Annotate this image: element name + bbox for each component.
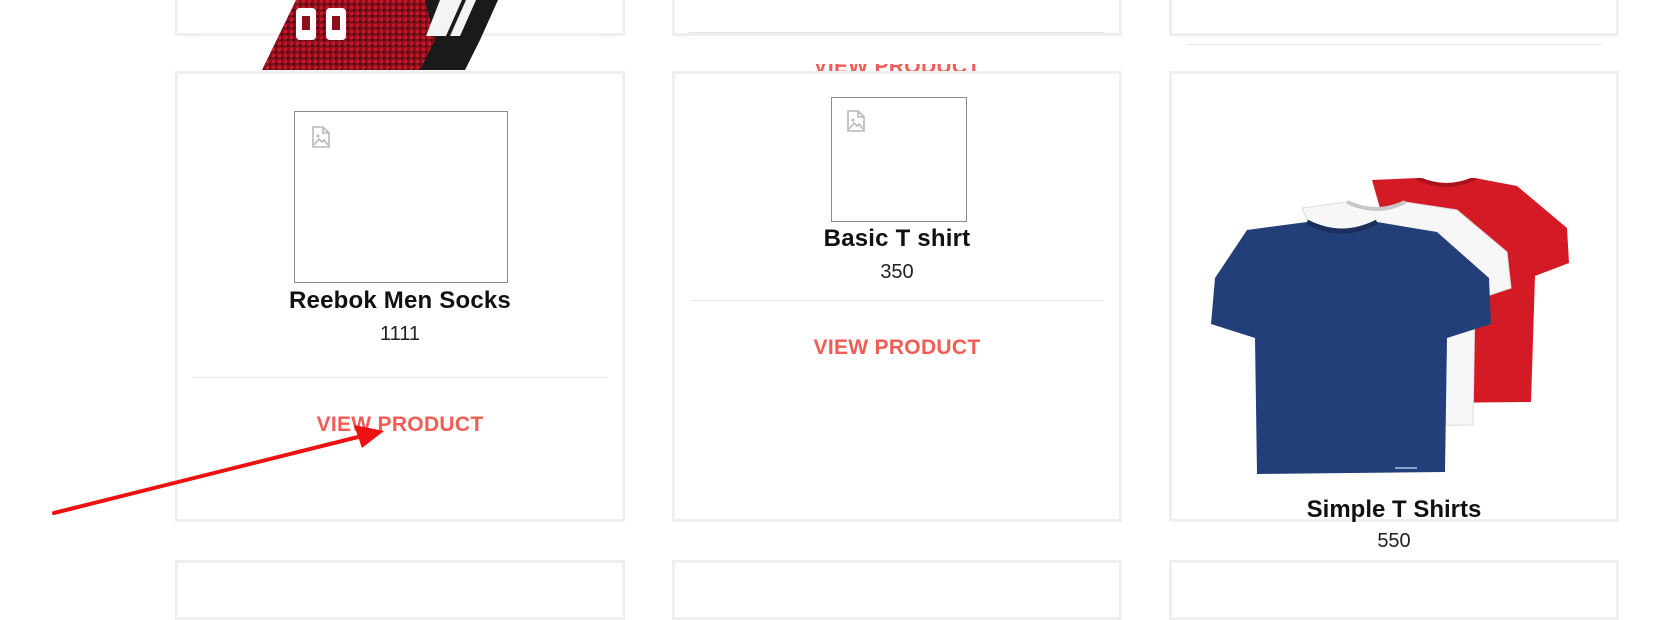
product-image xyxy=(831,97,967,222)
product-card-bottom-1 xyxy=(175,560,625,620)
card-divider xyxy=(689,32,1105,33)
product-card-bottom-3 xyxy=(1169,560,1619,620)
product-image xyxy=(1211,178,1569,474)
product-card: Reebok Men Socks 1111 VIEW PRODUCT xyxy=(175,71,625,522)
product-card: Basic T shirt 350 VIEW PRODUCT xyxy=(672,71,1122,522)
product-price: 1111 xyxy=(379,323,421,345)
view-product-link[interactable]: VIEW PRODUCT xyxy=(178,413,622,437)
product-title: Reebok Men Socks xyxy=(289,287,511,314)
card-divider xyxy=(193,377,607,378)
product-card xyxy=(1169,71,1619,522)
product-title: Simple T Shirts xyxy=(1306,496,1482,523)
product-title: Basic T shirt xyxy=(823,225,971,252)
product-card-bottom-2 xyxy=(672,560,1122,620)
product-card-top-3 xyxy=(1169,0,1619,36)
product-price: 350 xyxy=(880,261,914,283)
sock-image xyxy=(200,0,600,70)
view-product-link[interactable]: VIEW PRODUCT xyxy=(675,336,1119,360)
product-image xyxy=(294,111,508,283)
card-divider xyxy=(690,300,1104,301)
broken-image-icon xyxy=(312,126,330,148)
card-divider xyxy=(1186,44,1602,45)
product-card-top-2 xyxy=(672,0,1122,36)
broken-image-icon xyxy=(847,110,865,132)
product-price: 550 xyxy=(1377,530,1411,552)
